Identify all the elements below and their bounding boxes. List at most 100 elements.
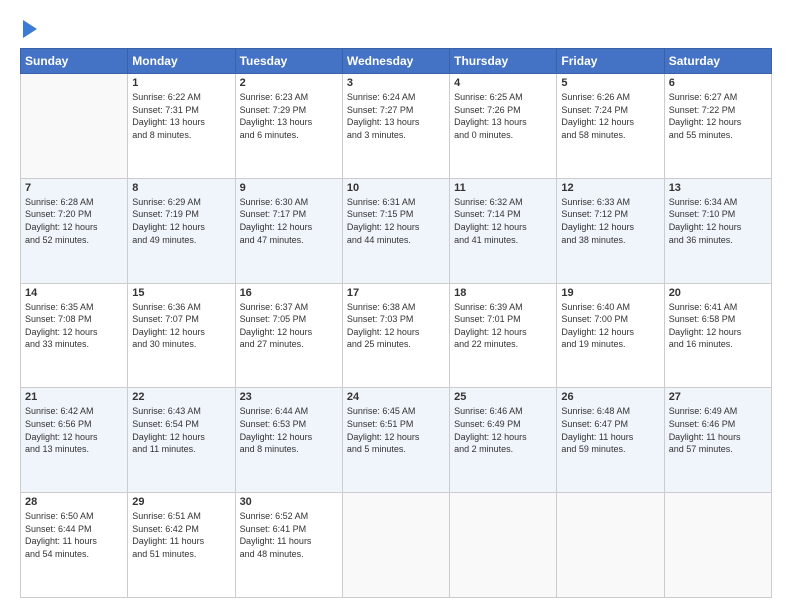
day-number: 29 [132,496,230,508]
calendar-cell [21,74,128,179]
calendar-cell: 15 Sunrise: 6:36 AM Sunset: 7:07 PM Dayli… [128,283,235,388]
day-info: Sunrise: 6:40 AM Sunset: 7:00 PM Dayligh… [561,301,659,351]
calendar-cell: 8Sunrise: 6:29 AM Sunset: 7:19 PM Daylig… [128,178,235,283]
day-number: 20 [669,287,767,299]
day-number: 27 [669,391,767,403]
calendar-cell: 10 Sunrise: 6:31 AM Sunset: 7:15 PM Dayli… [342,178,449,283]
day-number: 24 [347,391,445,403]
day-info: Sunrise: 6:52 AM Sunset: 6:41 PM Dayligh… [240,510,338,560]
day-info: Sunrise: 6:41 AM Sunset: 6:58 PM Dayligh… [669,301,767,351]
day-number: 13 [669,182,767,194]
calendar-cell [450,493,557,598]
page: SundayMondayTuesdayWednesdayThursdayFrid… [0,0,792,612]
day-info: Sunrise: 6:30 AM Sunset: 7:17 PM Dayligh… [240,196,338,246]
calendar-cell: 27 Sunrise: 6:49 AM Sunset: 6:46 PM Dayli… [664,388,771,493]
weekday-header-thursday: Thursday [450,49,557,74]
calendar-cell [664,493,771,598]
day-number: 22 [132,391,230,403]
calendar-cell: 20 Sunrise: 6:41 AM Sunset: 6:58 PM Dayli… [664,283,771,388]
calendar-cell: 9 Sunrise: 6:30 AM Sunset: 7:17 PM Daylig… [235,178,342,283]
day-info: Sunrise: 6:33 AM Sunset: 7:12 PM Dayligh… [561,196,659,246]
calendar-cell: 11 Sunrise: 6:32 AM Sunset: 7:14 PM Dayli… [450,178,557,283]
day-info: Sunrise: 6:23 AM Sunset: 7:29 PM Dayligh… [240,91,338,141]
day-number: 17 [347,287,445,299]
calendar-cell [342,493,449,598]
logo [20,18,37,38]
day-number: 7 [25,182,123,194]
day-info: Sunrise: 6:45 AM Sunset: 6:51 PM Dayligh… [347,405,445,455]
day-number: 5 [561,77,659,89]
day-info: Sunrise: 6:38 AM Sunset: 7:03 PM Dayligh… [347,301,445,351]
calendar-cell: 6 Sunrise: 6:27 AM Sunset: 7:22 PM Daylig… [664,74,771,179]
day-number: 8 [132,182,230,194]
day-info: Sunrise: 6:32 AM Sunset: 7:14 PM Dayligh… [454,196,552,246]
day-number: 26 [561,391,659,403]
day-info: Sunrise: 6:26 AM Sunset: 7:24 PM Dayligh… [561,91,659,141]
calendar-cell [557,493,664,598]
day-number: 4 [454,77,552,89]
calendar-cell: 30 Sunrise: 6:52 AM Sunset: 6:41 PM Dayli… [235,493,342,598]
weekday-header-row: SundayMondayTuesdayWednesdayThursdayFrid… [21,49,772,74]
calendar-cell: 28 Sunrise: 6:50 AM Sunset: 6:44 PM Dayli… [21,493,128,598]
day-info: Sunrise: 6:50 AM Sunset: 6:44 PM Dayligh… [25,510,123,560]
calendar-cell: 4Sunrise: 6:25 AM Sunset: 7:26 PM Daylig… [450,74,557,179]
day-number: 11 [454,182,552,194]
calendar-cell: 23 Sunrise: 6:44 AM Sunset: 6:53 PM Dayli… [235,388,342,493]
day-info: Sunrise: 6:31 AM Sunset: 7:15 PM Dayligh… [347,196,445,246]
day-info: Sunrise: 6:34 AM Sunset: 7:10 PM Dayligh… [669,196,767,246]
day-info: Sunrise: 6:37 AM Sunset: 7:05 PM Dayligh… [240,301,338,351]
weekday-header-monday: Monday [128,49,235,74]
calendar-cell: 16 Sunrise: 6:37 AM Sunset: 7:05 PM Dayli… [235,283,342,388]
day-number: 15 [132,287,230,299]
day-number: 6 [669,77,767,89]
day-number: 30 [240,496,338,508]
calendar-cell: 2 Sunrise: 6:23 AM Sunset: 7:29 PM Daylig… [235,74,342,179]
header [20,18,772,38]
calendar-table: SundayMondayTuesdayWednesdayThursdayFrid… [20,48,772,598]
day-info: Sunrise: 6:44 AM Sunset: 6:53 PM Dayligh… [240,405,338,455]
day-info: Sunrise: 6:22 AM Sunset: 7:31 PM Dayligh… [132,91,230,141]
calendar-week-row: 14 Sunrise: 6:35 AM Sunset: 7:08 PM Dayli… [21,283,772,388]
calendar-cell: 5 Sunrise: 6:26 AM Sunset: 7:24 PM Daylig… [557,74,664,179]
calendar-cell: 29 Sunrise: 6:51 AM Sunset: 6:42 PM Dayli… [128,493,235,598]
weekday-header-sunday: Sunday [21,49,128,74]
calendar-week-row: 1 Sunrise: 6:22 AM Sunset: 7:31 PM Daylig… [21,74,772,179]
day-info: Sunrise: 6:39 AM Sunset: 7:01 PM Dayligh… [454,301,552,351]
day-info: Sunrise: 6:43 AM Sunset: 6:54 PM Dayligh… [132,405,230,455]
calendar-cell: 22 Sunrise: 6:43 AM Sunset: 6:54 PM Dayli… [128,388,235,493]
calendar-cell: 21Sunrise: 6:42 AM Sunset: 6:56 PM Dayli… [21,388,128,493]
calendar-cell: 19 Sunrise: 6:40 AM Sunset: 7:00 PM Dayli… [557,283,664,388]
calendar-cell: 14 Sunrise: 6:35 AM Sunset: 7:08 PM Dayli… [21,283,128,388]
calendar-cell: 12Sunrise: 6:33 AM Sunset: 7:12 PM Dayli… [557,178,664,283]
day-info: Sunrise: 6:51 AM Sunset: 6:42 PM Dayligh… [132,510,230,560]
day-number: 9 [240,182,338,194]
day-info: Sunrise: 6:36 AM Sunset: 7:07 PM Dayligh… [132,301,230,351]
day-info: Sunrise: 6:27 AM Sunset: 7:22 PM Dayligh… [669,91,767,141]
day-info: Sunrise: 6:42 AM Sunset: 6:56 PM Dayligh… [25,405,123,455]
day-number: 10 [347,182,445,194]
day-number: 19 [561,287,659,299]
calendar-cell: 24 Sunrise: 6:45 AM Sunset: 6:51 PM Dayli… [342,388,449,493]
day-info: Sunrise: 6:48 AM Sunset: 6:47 PM Dayligh… [561,405,659,455]
day-number: 28 [25,496,123,508]
calendar-cell: 3Sunrise: 6:24 AM Sunset: 7:27 PM Daylig… [342,74,449,179]
calendar-week-row: 28 Sunrise: 6:50 AM Sunset: 6:44 PM Dayli… [21,493,772,598]
calendar-cell: 25 Sunrise: 6:46 AM Sunset: 6:49 PM Dayli… [450,388,557,493]
day-info: Sunrise: 6:46 AM Sunset: 6:49 PM Dayligh… [454,405,552,455]
day-number: 23 [240,391,338,403]
weekday-header-wednesday: Wednesday [342,49,449,74]
day-number: 25 [454,391,552,403]
calendar-cell: 1 Sunrise: 6:22 AM Sunset: 7:31 PM Daylig… [128,74,235,179]
day-number: 14 [25,287,123,299]
calendar-week-row: 21Sunrise: 6:42 AM Sunset: 6:56 PM Dayli… [21,388,772,493]
day-info: Sunrise: 6:49 AM Sunset: 6:46 PM Dayligh… [669,405,767,455]
day-number: 2 [240,77,338,89]
day-number: 16 [240,287,338,299]
day-info: Sunrise: 6:35 AM Sunset: 7:08 PM Dayligh… [25,301,123,351]
logo-arrow-icon [23,20,37,38]
calendar-cell: 17 Sunrise: 6:38 AM Sunset: 7:03 PM Dayli… [342,283,449,388]
calendar-cell: 13 Sunrise: 6:34 AM Sunset: 7:10 PM Dayli… [664,178,771,283]
calendar-cell: 7Sunrise: 6:28 AM Sunset: 7:20 PM Daylig… [21,178,128,283]
calendar-cell: 26 Sunrise: 6:48 AM Sunset: 6:47 PM Dayli… [557,388,664,493]
day-number: 1 [132,77,230,89]
